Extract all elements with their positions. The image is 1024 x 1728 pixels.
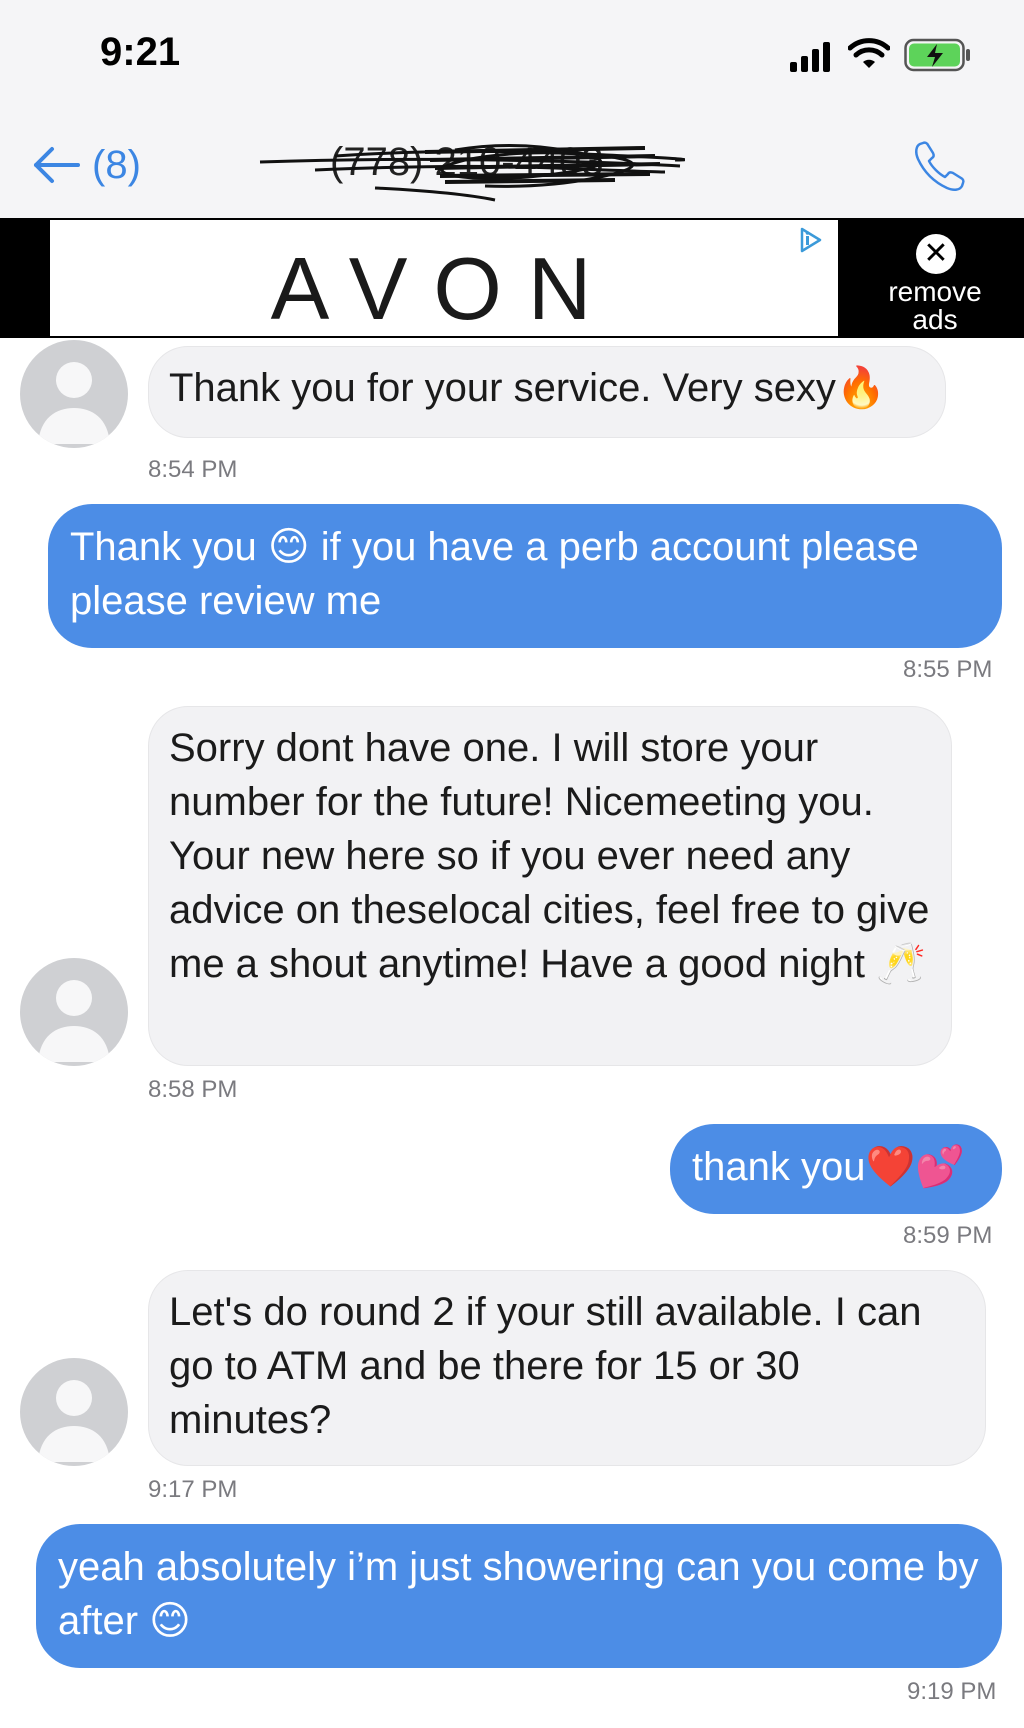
cellular-signal-icon	[790, 42, 830, 72]
message-timestamp: 8:58 PM	[148, 1076, 238, 1103]
person-silhouette-icon	[38, 1380, 110, 1462]
message-timestamp: 8:54 PM	[148, 456, 238, 483]
remove-ads-button[interactable]: ✕ remove ads	[846, 220, 1024, 336]
ad-content[interactable]: AVON	[50, 220, 838, 338]
conversation-header: (8) (778) 210-4403	[0, 110, 1024, 218]
message-timestamp: 9:19 PM	[907, 1678, 997, 1705]
ad-banner[interactable]: AVON ✕ remove ads	[0, 218, 1024, 338]
message-timestamp: 8:55 PM	[903, 656, 993, 683]
message-text: Sorry dont have one. I will store your n…	[169, 726, 930, 986]
message-bubble-outgoing[interactable]: Thank you 😊 if you have a perb account p…	[48, 504, 1002, 648]
message-bubble-outgoing[interactable]: yeah absolutely i’m just showering can y…	[36, 1524, 1002, 1668]
message-emoji: 😊	[149, 1598, 191, 1644]
back-button[interactable]: (8)	[30, 140, 141, 190]
contact-avatar	[20, 1358, 128, 1466]
message-bubble-incoming[interactable]: Let's do round 2 if your still available…	[148, 1270, 986, 1466]
battery-charging-icon	[904, 38, 970, 72]
contact-avatar	[20, 958, 128, 1066]
message-bubble-incoming[interactable]: Sorry dont have one. I will store your n…	[148, 706, 952, 1066]
adchoices-icon[interactable]	[796, 226, 824, 254]
status-time: 9:21	[100, 30, 181, 74]
message-emoji: ❤️💕	[865, 1144, 966, 1190]
message-text-part1: Thank you	[70, 525, 268, 569]
wifi-icon	[848, 38, 890, 68]
phone-icon[interactable]	[912, 140, 966, 194]
ad-brand-logo: AVON	[270, 239, 618, 338]
contact-avatar	[20, 340, 128, 448]
message-timestamp: 9:17 PM	[148, 1476, 238, 1503]
redaction-scribble	[259, 143, 685, 202]
message-emoji: 🔥	[835, 365, 886, 411]
unread-count: (8)	[92, 142, 141, 187]
message-text: thank you	[692, 1145, 866, 1189]
message-text: Let's do round 2 if your still available…	[169, 1290, 922, 1442]
message-emoji: 😊	[267, 524, 310, 570]
message-text: Thank you for your service. Very sexy	[169, 366, 836, 410]
message-emoji: 🥂	[876, 941, 926, 987]
remove-ads-text: remove ads	[888, 276, 982, 335]
message-bubble-outgoing[interactable]: thank you❤️💕	[670, 1124, 1002, 1214]
person-silhouette-icon	[38, 362, 110, 444]
status-bar: 9:21	[0, 0, 1024, 110]
person-silhouette-icon	[38, 980, 110, 1062]
remove-ads-label: remove ads	[846, 278, 1024, 334]
close-icon: ✕	[916, 234, 956, 274]
message-timestamp: 8:59 PM	[903, 1222, 993, 1249]
message-text: yeah absolutely i’m just showering can y…	[58, 1545, 979, 1643]
back-arrow-icon	[34, 147, 80, 183]
message-bubble-incoming[interactable]: Thank you for your service. Very sexy🔥	[148, 346, 946, 438]
